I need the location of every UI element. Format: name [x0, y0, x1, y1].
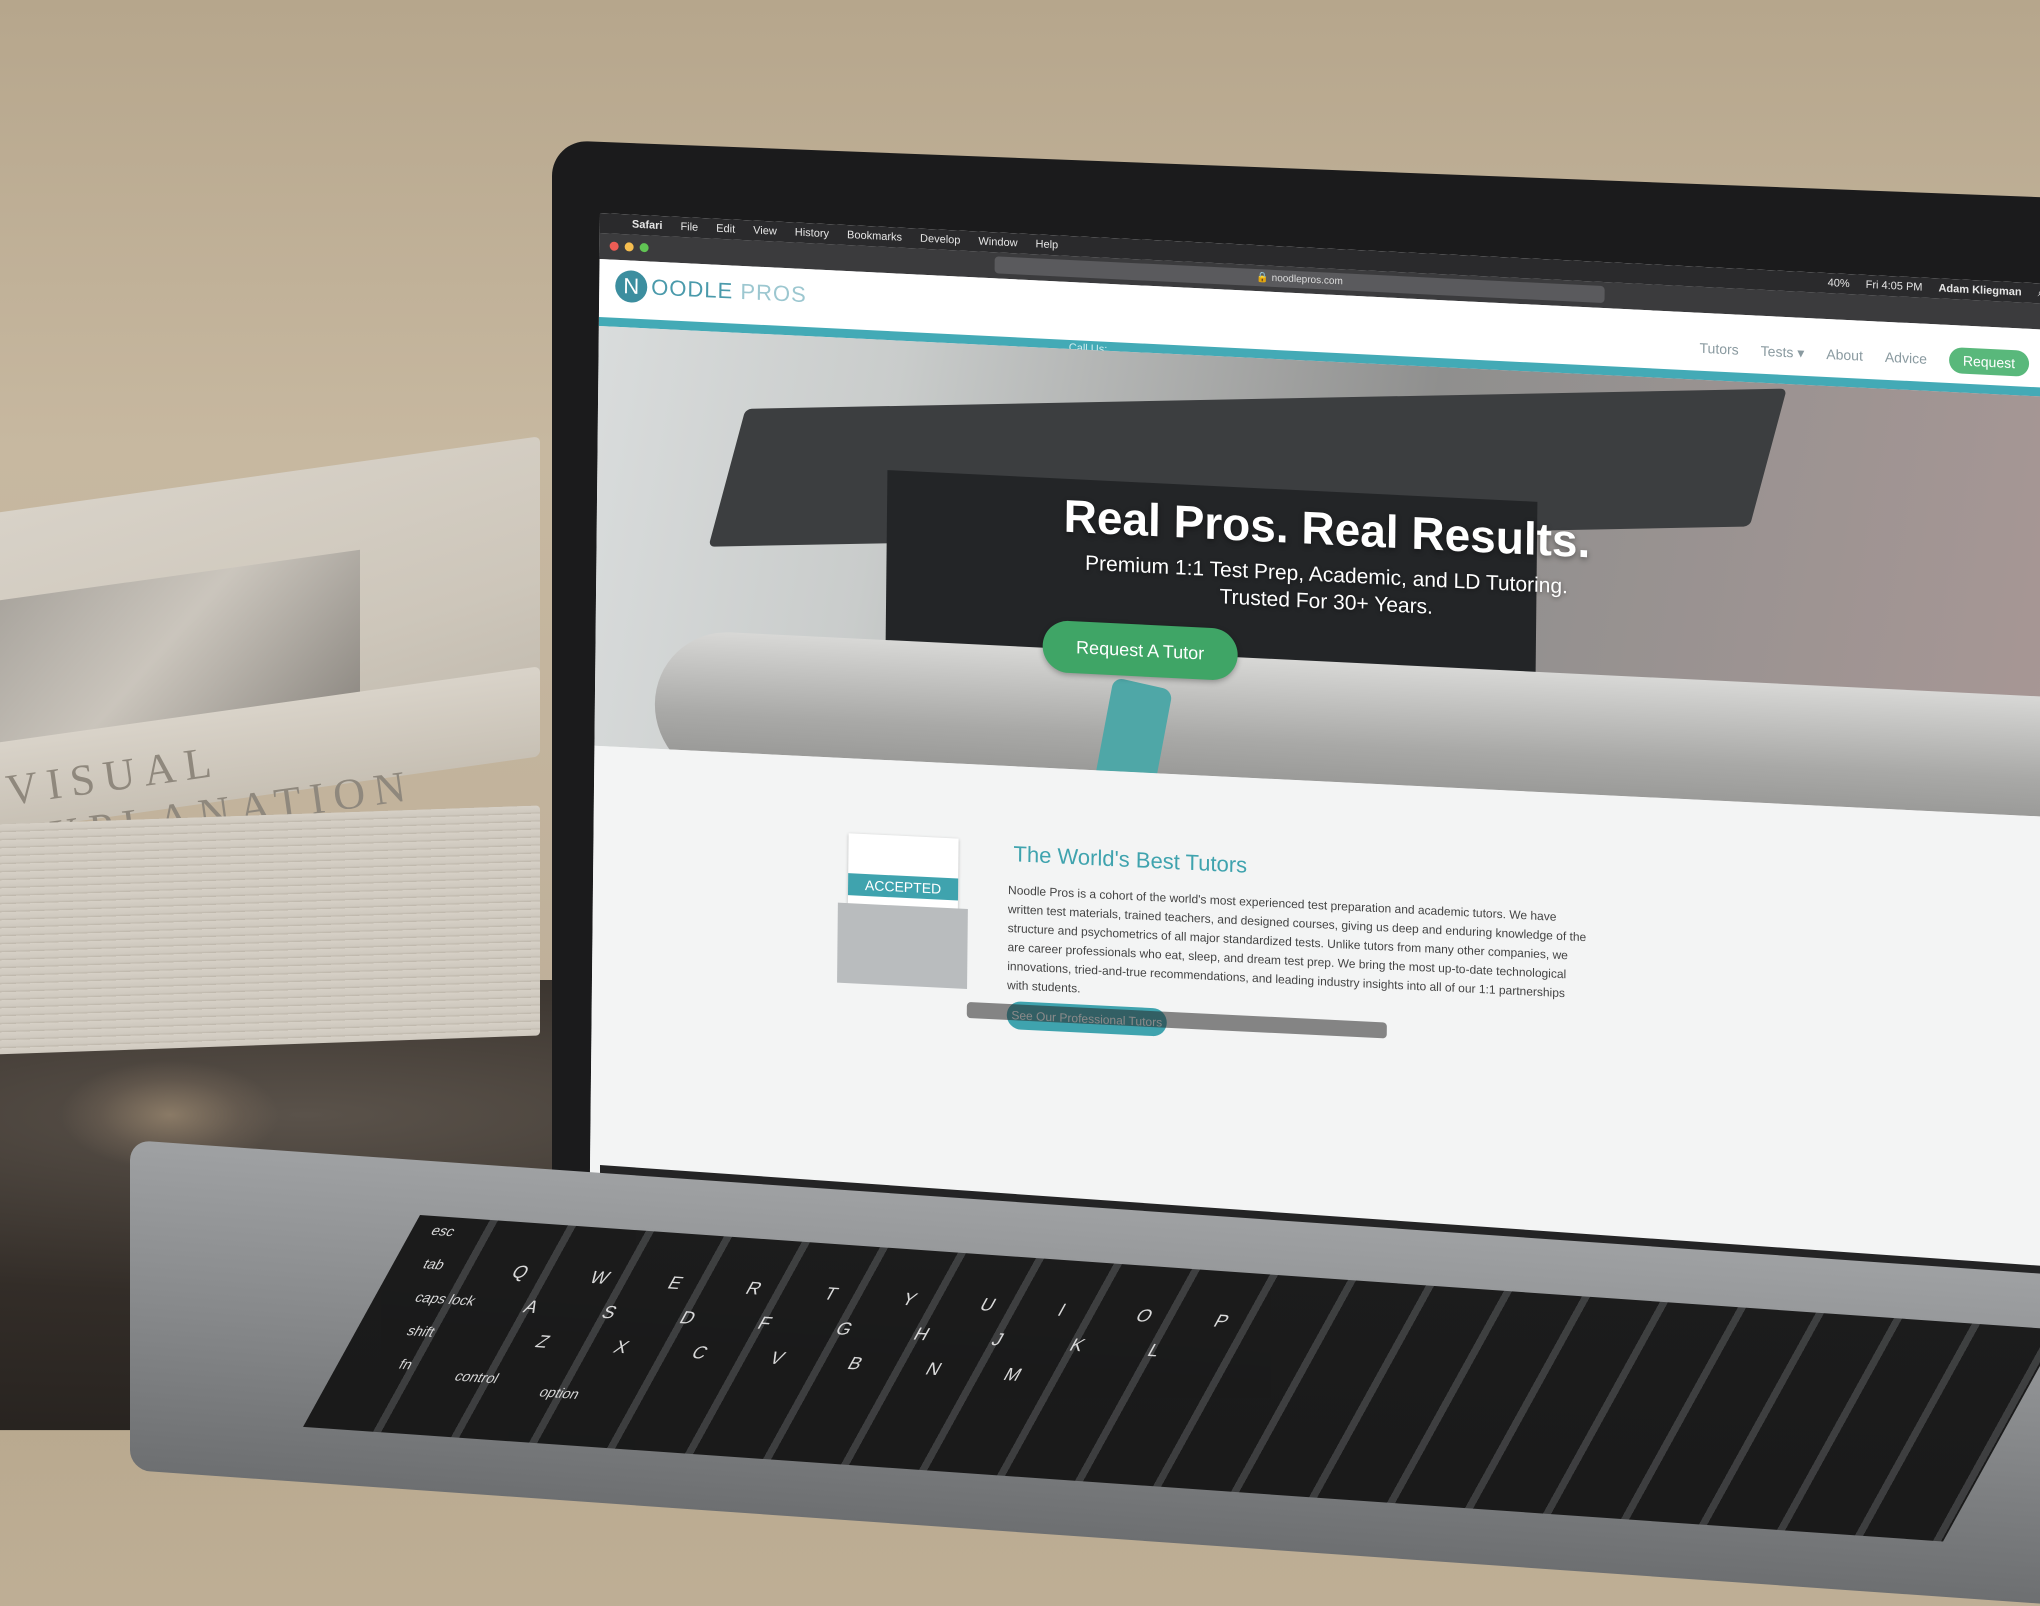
key-l[interactable]: L	[1143, 1340, 1165, 1361]
key-x[interactable]: X	[609, 1337, 633, 1358]
key-o[interactable]: O	[1132, 1306, 1157, 1327]
nav-tests[interactable]: Tests ▾	[1761, 342, 1805, 361]
menu-bookmarks[interactable]: Bookmarks	[847, 229, 902, 244]
section-title: The World's Best Tutors	[1013, 841, 1248, 878]
request-tutor-button[interactable]: Request A Tutor	[1042, 619, 1238, 682]
section-body-text: Noodle Pros is a cohort of the world's m…	[1007, 882, 1587, 1001]
site-nav-links: Tutors Tests ▾ About Advice Request	[1699, 335, 2030, 377]
menu-view[interactable]: View	[753, 224, 777, 237]
logo-word-noodle: OODLE	[651, 274, 734, 304]
key-tab[interactable]: tab	[420, 1256, 448, 1273]
key-option[interactable]: option	[536, 1384, 583, 1402]
key-w[interactable]: W	[586, 1267, 614, 1288]
key-h[interactable]: H	[909, 1324, 934, 1345]
key-y[interactable]: Y	[898, 1289, 921, 1310]
key-control[interactable]: control	[452, 1368, 503, 1386]
logo-wordmark: OODLE PROS	[651, 275, 807, 309]
hero-banner: Real Pros. Real Results. Premium 1:1 Tes…	[594, 325, 2040, 818]
key-u[interactable]: U	[976, 1295, 1000, 1316]
key-m[interactable]: M	[999, 1364, 1026, 1385]
key-p[interactable]: P	[1210, 1311, 1233, 1332]
key-k[interactable]: K	[1065, 1335, 1089, 1356]
menu-window[interactable]: Window	[978, 236, 1017, 250]
menubar-clock[interactable]: Fri 4:05 PM	[1866, 278, 1923, 294]
noodlepros-logo[interactable]: N OODLE PROS	[615, 269, 807, 311]
key-j[interactable]: J	[987, 1329, 1008, 1350]
logo-mark: N	[615, 269, 648, 304]
envelope-body	[837, 902, 968, 989]
lock-icon: 🔒	[1256, 272, 1269, 284]
menu-app-name[interactable]: Safari	[632, 219, 663, 232]
key-c[interactable]: C	[687, 1342, 712, 1363]
key-v[interactable]: V	[765, 1348, 789, 1369]
menu-help[interactable]: Help	[1035, 238, 1058, 251]
key-d[interactable]: D	[675, 1308, 700, 1329]
minimize-window-icon[interactable]	[624, 242, 634, 252]
menubar-user[interactable]: Adam Kliegman	[1938, 282, 2021, 299]
key-b[interactable]: B	[843, 1353, 867, 1374]
key-caps-lock[interactable]: caps lock	[412, 1289, 479, 1308]
nav-about[interactable]: About	[1826, 346, 1863, 364]
nav-tutors[interactable]: Tutors	[1699, 340, 1738, 358]
key-t[interactable]: T	[820, 1284, 842, 1305]
key-n[interactable]: N	[921, 1359, 946, 1380]
key-e[interactable]: E	[664, 1273, 687, 1294]
key-esc[interactable]: esc	[428, 1222, 458, 1239]
nav-request-button[interactable]: Request	[1948, 346, 2030, 377]
menu-history[interactable]: History	[795, 227, 829, 241]
address-bar-url: noodlepros.com	[1271, 272, 1343, 288]
key-f[interactable]: F	[753, 1313, 776, 1334]
key-fn[interactable]: fn	[396, 1356, 416, 1372]
battery-percent[interactable]: 40%	[1828, 277, 1850, 291]
book-pages	[0, 805, 540, 1055]
book-stack: VISUAL EXPLANATION	[0, 436, 550, 1055]
key-i[interactable]: I	[1054, 1300, 1070, 1321]
key-z[interactable]: Z	[531, 1332, 554, 1353]
close-window-icon[interactable]	[609, 241, 619, 251]
logo-word-pros: PROS	[740, 278, 807, 308]
menu-develop[interactable]: Develop	[920, 233, 960, 247]
laptop-screen: Safari File Edit View History Bookmarks …	[589, 213, 2040, 1284]
key-q[interactable]: Q	[508, 1262, 533, 1283]
key-a[interactable]: A	[519, 1297, 543, 1318]
accepted-envelope-illustration: ACCEPTED	[837, 833, 969, 989]
nav-advice[interactable]: Advice	[1885, 349, 1927, 367]
key-g[interactable]: G	[831, 1319, 857, 1340]
menu-edit[interactable]: Edit	[716, 223, 735, 236]
window-controls	[609, 241, 649, 253]
key-shift[interactable]: shift	[404, 1322, 438, 1339]
key-r[interactable]: R	[742, 1278, 766, 1299]
key-s[interactable]: S	[597, 1302, 621, 1323]
zoom-window-icon[interactable]	[639, 242, 649, 253]
menu-file[interactable]: File	[680, 221, 698, 234]
